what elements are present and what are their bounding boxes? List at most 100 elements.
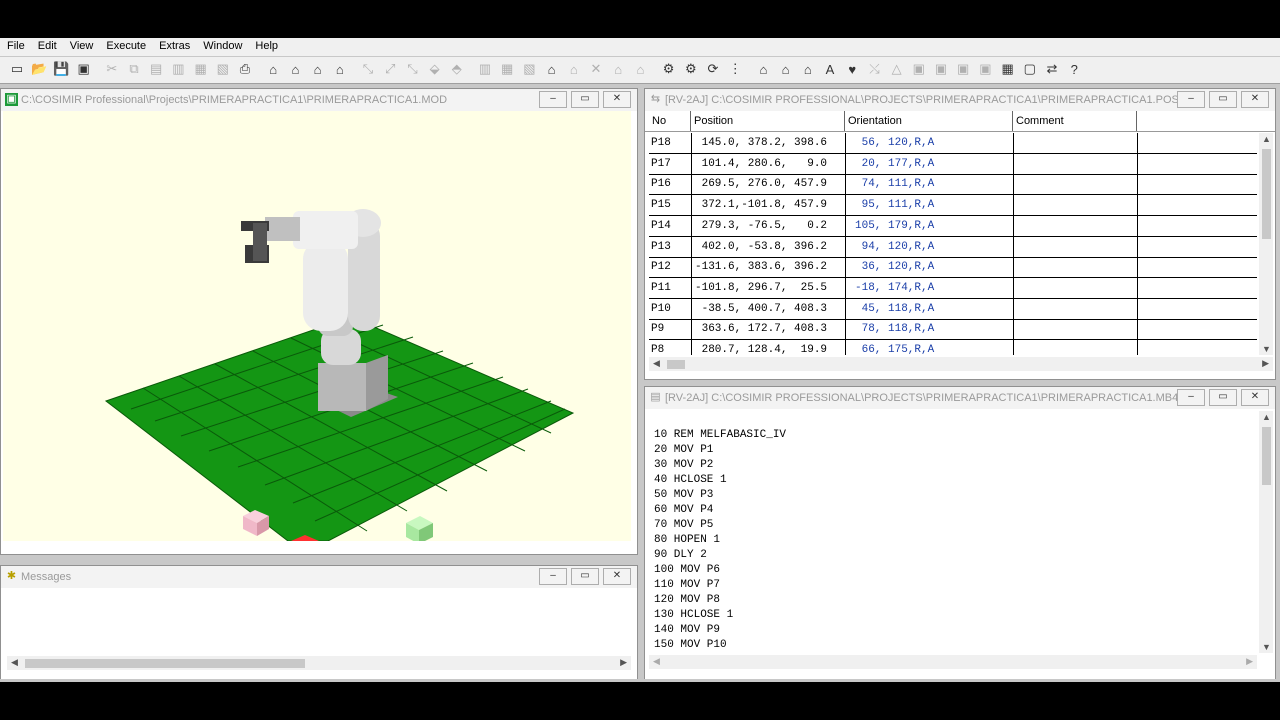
scroll-left-icon[interactable]: ◀: [11, 657, 18, 668]
maximize-button[interactable]: ▭: [1209, 389, 1237, 406]
tool-icon-2[interactable]: ▦: [498, 60, 516, 78]
jog-icon-3[interactable]: ⤡: [403, 60, 421, 78]
code-line[interactable]: 90 DLY 2: [654, 548, 786, 563]
open-icon[interactable]: 📂: [30, 60, 48, 78]
gripper-icon[interactable]: ♥: [843, 60, 861, 78]
code-line[interactable]: 50 MOV P3: [654, 488, 786, 503]
jog-icon-5[interactable]: ⬘: [448, 60, 466, 78]
position-row[interactable]: P8 280.7, 128.4, 19.9 66, 175,R,A: [649, 340, 1257, 355]
close-button[interactable]: ✕: [603, 568, 631, 585]
scroll-thumb[interactable]: [25, 659, 305, 668]
scroll-thumb[interactable]: [1262, 149, 1271, 239]
robot-3d-view[interactable]: [3, 111, 631, 554]
close-button[interactable]: ✕: [1241, 389, 1269, 406]
arm-icon-2[interactable]: ⌂: [565, 60, 583, 78]
io-icon[interactable]: ⋮: [726, 60, 744, 78]
scroll-right-icon[interactable]: ▶: [1262, 358, 1269, 369]
jog-icon-2[interactable]: ⤢: [381, 60, 399, 78]
minimize-button[interactable]: –: [1177, 389, 1205, 406]
close-button[interactable]: ✕: [603, 91, 631, 108]
arm-icon-3[interactable]: ✕: [587, 60, 605, 78]
position-row[interactable]: P15 372.1,-101.8, 457.9 95, 111,R,A: [649, 195, 1257, 217]
simulate-icon-1[interactable]: ⌂: [754, 60, 772, 78]
position-row[interactable]: P16 269.5, 276.0, 457.9 74, 111,R,A: [649, 174, 1257, 196]
col-orientation[interactable]: Orientation: [845, 111, 1013, 131]
menu-execute[interactable]: Execute: [99, 38, 152, 52]
col-position[interactable]: Position: [691, 111, 845, 131]
maximize-button[interactable]: ▭: [1209, 91, 1237, 108]
scroll-left-icon[interactable]: ◀: [653, 358, 660, 369]
menu-window[interactable]: Window: [196, 38, 248, 52]
link-icon[interactable]: ⤯: [865, 60, 883, 78]
camera-icon-3[interactable]: ▣: [954, 60, 972, 78]
code-line[interactable]: 100 MOV P6: [654, 563, 786, 578]
menu-view[interactable]: View: [63, 38, 100, 52]
menu-help[interactable]: Help: [248, 38, 284, 52]
code-line[interactable]: 110 MOV P7: [654, 578, 786, 593]
record-icon[interactable]: A: [821, 60, 839, 78]
code-line[interactable]: 120 MOV P8: [654, 593, 786, 608]
program-window-titlebar[interactable]: ▤ [RV-2AJ] C:\COSIMIR PROFESSIONAL\PROJE…: [645, 387, 1275, 409]
code-line[interactable]: 130 HCLOSE 1: [654, 608, 786, 623]
messages-window-titlebar[interactable]: ✱ Messages – ▭ ✕: [1, 566, 637, 588]
code-line[interactable]: 80 HOPEN 1: [654, 533, 786, 548]
help-icon[interactable]: ?: [1065, 60, 1083, 78]
col-no[interactable]: No: [649, 111, 691, 131]
code-line[interactable]: 30 MOV P2: [654, 458, 786, 473]
scroll-right-icon[interactable]: ▶: [1246, 656, 1253, 667]
simulate-icon-2[interactable]: ⌂: [777, 60, 795, 78]
refresh-icon[interactable]: ⟳: [704, 60, 722, 78]
menu-edit[interactable]: Edit: [31, 38, 63, 52]
arm-icon-4[interactable]: ⌂: [609, 60, 627, 78]
close-button[interactable]: ✕: [1241, 91, 1269, 108]
jog-icon-1[interactable]: ⤡: [359, 60, 377, 78]
col-comment[interactable]: Comment: [1013, 111, 1137, 131]
program-vscroll[interactable]: ▲ ▼: [1259, 411, 1273, 653]
minimize-button[interactable]: –: [539, 568, 567, 585]
scroll-up-icon[interactable]: ▲: [1262, 412, 1271, 422]
code-line[interactable]: 140 MOV P9: [654, 623, 786, 638]
position-row[interactable]: P13 402.0, -53.8, 396.2 94, 120,R,A: [649, 236, 1257, 258]
jog-icon-4[interactable]: ⬙: [426, 60, 444, 78]
cut-icon[interactable]: ✂: [103, 60, 121, 78]
camera-icon-2[interactable]: ▣: [932, 60, 950, 78]
positions-vscroll[interactable]: ▲ ▼: [1259, 133, 1273, 355]
robot-icon-1[interactable]: ⌂: [264, 60, 282, 78]
position-row[interactable]: P9 363.6, 172.7, 408.3 78, 118,R,A: [649, 319, 1257, 341]
position-row[interactable]: P10 -38.5, 400.7, 408.3 45, 118,R,A: [649, 298, 1257, 320]
position-row[interactable]: P11 -101.8, 296.7, 25.5 -18, 174,R,A: [649, 277, 1257, 299]
positions-hscroll[interactable]: ◀ ▶: [649, 357, 1273, 371]
new-icon[interactable]: ▭: [8, 60, 26, 78]
tool-icon-1[interactable]: ▥: [476, 60, 494, 78]
copy-icon[interactable]: ⧉: [125, 60, 143, 78]
code-line[interactable]: 20 MOV P1: [654, 443, 786, 458]
print-setup-icon[interactable]: ▧: [214, 60, 232, 78]
window-icon[interactable]: ▢: [1021, 60, 1039, 78]
triangle-icon[interactable]: △: [888, 60, 906, 78]
program-editor[interactable]: 10 REM MELFABASIC_IV 20 MOV P1 30 MOV P2 40…: [654, 428, 786, 653]
search-icon[interactable]: ⚙: [660, 60, 678, 78]
scroll-down-icon[interactable]: ▼: [1262, 642, 1271, 652]
print-preview-icon[interactable]: ▦: [192, 60, 210, 78]
camera-icon-4[interactable]: ▣: [976, 60, 994, 78]
position-row[interactable]: P14 279.3, -76.5, 0.2 105, 179,R,A: [649, 215, 1257, 237]
paste-icon[interactable]: ▤: [147, 60, 165, 78]
simulate-icon-3[interactable]: ⌂: [799, 60, 817, 78]
scroll-down-icon[interactable]: ▼: [1262, 344, 1271, 354]
arm-icon-5[interactable]: ⌂: [631, 60, 649, 78]
teach-icon[interactable]: ⚙: [682, 60, 700, 78]
code-line[interactable]: 10 REM MELFABASIC_IV: [654, 428, 786, 443]
code-line[interactable]: 70 MOV P5: [654, 518, 786, 533]
scroll-right-icon[interactable]: ▶: [620, 657, 627, 668]
save-icon[interactable]: 💾: [52, 60, 70, 78]
positions-window-titlebar[interactable]: ⇆ [RV-2AJ] C:\COSIMIR PROFESSIONAL\PROJE…: [645, 89, 1275, 111]
messages-hscroll[interactable]: ◀ ▶: [7, 656, 631, 670]
arm-icon-1[interactable]: ⌂: [543, 60, 561, 78]
scroll-up-icon[interactable]: ▲: [1262, 134, 1271, 144]
menu-file[interactable]: File: [0, 38, 31, 52]
robot-icon-2[interactable]: ⌂: [286, 60, 304, 78]
maximize-button[interactable]: ▭: [571, 568, 599, 585]
paste-special-icon[interactable]: ▥: [169, 60, 187, 78]
program-hscroll[interactable]: ◀ ▶: [649, 655, 1257, 669]
robot-icon-3[interactable]: ⌂: [309, 60, 327, 78]
